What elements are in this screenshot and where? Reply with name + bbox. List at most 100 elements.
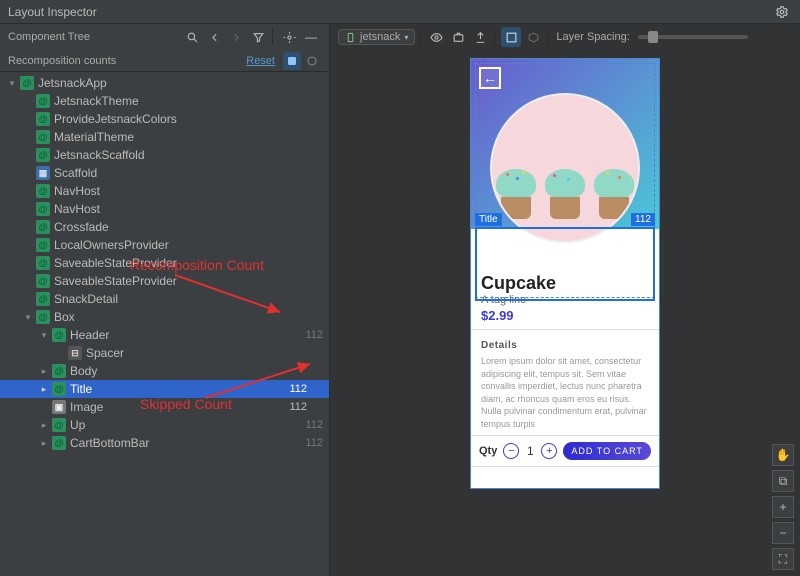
tree-row[interactable]: ▾@JetsnackApp [0,74,329,92]
skipped-count: 112 [305,437,323,449]
skipped-count: 112 [305,419,323,431]
node-label: CartBottomBar [70,436,267,450]
pan-tool-icon[interactable]: ✋ [772,444,794,466]
back-icon[interactable] [204,27,224,47]
tree-row[interactable]: @MaterialTheme [0,128,329,146]
recomp-count-tab-icon[interactable] [283,52,301,70]
twisty-icon[interactable]: ▸ [38,366,50,377]
tree-row[interactable]: ▾@Box [0,308,329,326]
spacer-node-icon: ⊟ [68,346,82,360]
reset-counts-link[interactable]: Reset [246,55,275,67]
twisty-icon[interactable]: ▸ [38,384,50,395]
compose-node-icon: @ [36,148,50,162]
twisty-icon[interactable]: ▸ [38,420,50,431]
snack-price: $2.99 [481,308,649,323]
layout-preview-viewport[interactable]: ← Cupcake A tag line $2.9 [330,50,800,576]
compose-node-icon: @ [36,220,50,234]
node-label: JetsnackTheme [54,94,323,108]
tree-row[interactable]: ▸@Up112 [0,416,329,434]
compose-node-icon: @ [52,328,66,342]
tree-row[interactable]: @ NavHost [0,200,329,218]
layer-spacing-label: Layer Spacing: [556,31,629,43]
tree-row[interactable]: ▸@ Body [0,362,329,380]
selection-count-chip: 112 [631,213,655,226]
node-label: MaterialTheme [54,130,323,144]
node-label: Title [70,382,267,396]
tree-row[interactable]: @ SaveableStateProvider [0,272,329,290]
node-label: SaveableStateProvider [54,274,323,288]
tree-row[interactable]: ▾@ Header 112 [0,326,329,344]
recomposition-count: 112 [289,401,307,413]
selection-label-chip: Title [475,213,502,226]
tree-row[interactable]: @ SaveableStateProvider [0,254,329,272]
compose-node-icon: @ [52,364,66,378]
tree-row[interactable]: ▦Scaffold [0,164,329,182]
filter-icon[interactable] [248,27,268,47]
tree-row[interactable]: ⊟Spacer [0,344,329,362]
component-tree-label: Component Tree [8,31,180,43]
live-updates-icon[interactable] [426,27,446,47]
tree-row[interactable]: @ NavHost [0,182,329,200]
node-label: Crossfade [54,220,323,234]
node-label: SaveableStateProvider [54,256,323,270]
mode-3d-icon[interactable] [523,27,543,47]
node-label: NavHost [54,184,323,198]
twisty-icon[interactable]: ▾ [38,330,50,341]
image-node-icon: ▣ [52,400,66,414]
tree-row[interactable]: ▸@ Title 112 [0,380,329,398]
hide-panel-icon[interactable]: — [301,27,321,47]
compose-node-icon: @ [36,274,50,288]
tree-row[interactable]: ▣Image112 [0,398,329,416]
window-title: Layout Inspector [8,5,97,19]
node-label: NavHost [54,202,323,216]
zoom-in-icon[interactable]: + [772,496,794,518]
skip-count-tab-icon[interactable] [303,52,321,70]
compose-node-icon: @ [36,238,50,252]
twisty-icon[interactable]: ▾ [6,78,18,89]
component-tree[interactable]: ▾@JetsnackApp@JetsnackTheme@ProvideJetsn… [0,72,329,576]
skipped-count: 112 [305,329,323,341]
compose-node-icon: @ [36,256,50,270]
selected-bounds-overlay [475,227,655,301]
tree-row[interactable]: @JetsnackTheme [0,92,329,110]
layer-spacing-slider[interactable] [638,35,748,39]
tree-row[interactable]: ▸@ CartBottomBar 112 [0,434,329,452]
compose-node-icon: @ [52,436,66,450]
tree-row[interactable]: @ProvideJetsnackColors [0,110,329,128]
tree-row[interactable]: @ LocalOwnersProvider [0,236,329,254]
capture-icon[interactable] [448,27,468,47]
layers-tool-icon[interactable]: ⧉ [772,470,794,492]
compose-node-icon: @ [36,310,50,324]
zoom-out-icon[interactable]: − [772,522,794,544]
device-selector[interactable]: jetsnack ▾ [338,29,415,45]
qty-value: 1 [525,444,535,458]
mode-2d-icon[interactable] [501,27,521,47]
add-to-cart-button: ADD TO CART [563,442,651,460]
device-preview: ← Cupcake A tag line $2.9 [470,58,660,489]
details-header: Details [481,340,649,351]
node-label: Body [70,364,323,378]
forward-icon[interactable] [226,27,246,47]
compose-node-icon: @ [52,418,66,432]
qty-minus-button: − [503,443,519,459]
tree-row[interactable]: @ Crossfade [0,218,329,236]
tree-row[interactable]: @SnackDetail [0,290,329,308]
compose-node-icon: @ [52,382,66,396]
view-options-icon[interactable] [279,27,299,47]
node-label: Header [70,328,267,342]
compose-node-icon: @ [20,76,34,90]
node-label: LocalOwnersProvider [54,238,323,252]
compose-node-icon: @ [36,202,50,216]
settings-gear-icon[interactable] [772,2,792,22]
search-icon[interactable] [182,27,202,47]
export-icon[interactable] [470,27,490,47]
zoom-fit-icon[interactable]: ⛶ [772,548,794,570]
twisty-icon[interactable]: ▸ [38,438,50,449]
node-label: SnackDetail [54,292,323,306]
twisty-icon[interactable]: ▾ [22,312,34,323]
qty-label: Qty [479,445,497,457]
recomposition-count: 112 [289,383,307,395]
compose-node-icon: @ [36,184,50,198]
qty-plus-button: + [541,443,557,459]
tree-row[interactable]: @JetsnackScaffold [0,146,329,164]
